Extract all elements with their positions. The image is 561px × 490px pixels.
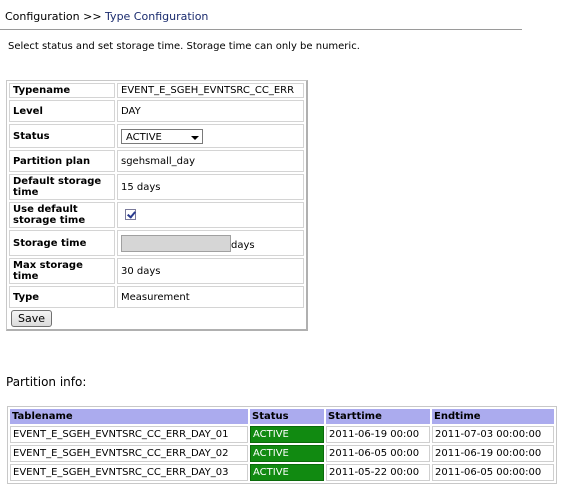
use-default-checkbox[interactable] <box>125 209 136 221</box>
header-endtime: Endtime <box>432 409 554 424</box>
instructions-text: Select status and set storage time. Stor… <box>8 41 360 52</box>
header-starttime: Starttime <box>326 409 430 424</box>
cell-starttime: 2011-06-05 00:00 <box>326 445 430 462</box>
level-value: DAY <box>117 100 304 122</box>
form-row-type: Type Measurement <box>9 286 304 308</box>
form-row-save: Save <box>9 310 304 327</box>
partition-plan-label: Partition plan <box>9 150 115 172</box>
cell-endtime: 2011-06-05 00:00:00 <box>432 464 554 481</box>
cell-tablename: EVENT_E_SGEH_EVNTSRC_CC_ERR_DAY_03 <box>10 464 248 481</box>
level-label: Level <box>9 100 115 122</box>
form-row-level: Level DAY <box>9 100 304 122</box>
status-badge: ACTIVE <box>250 464 324 481</box>
breadcrumb: Configuration >> Type Configuration <box>5 10 208 23</box>
cell-starttime: 2011-06-19 00:00 <box>326 426 430 443</box>
partition-info-title: Partition info: <box>6 375 87 389</box>
cell-starttime: 2011-05-22 00:00 <box>326 464 430 481</box>
header-status: Status <box>250 409 324 424</box>
use-default-label: Use default storage time <box>9 202 115 228</box>
header-tablename: Tablename <box>10 409 248 424</box>
form-row-storage-time: Storage time days <box>9 230 304 256</box>
table-row: EVENT_E_SGEH_EVNTSRC_CC_ERR_DAY_02 ACTIV… <box>10 445 554 462</box>
cell-tablename: EVENT_E_SGEH_EVNTSRC_CC_ERR_DAY_02 <box>10 445 248 462</box>
table-row: EVENT_E_SGEH_EVNTSRC_CC_ERR_DAY_03 ACTIV… <box>10 464 554 481</box>
save-button[interactable]: Save <box>11 310 53 327</box>
status-label: Status <box>9 124 115 148</box>
status-select[interactable]: ACTIVE <box>121 128 203 144</box>
breadcrumb-separator: >> <box>83 10 102 23</box>
type-config-form: Typename EVENT_E_SGEH_EVNTSRC_CC_ERR Lev… <box>6 80 308 331</box>
typename-label: Typename <box>9 83 115 98</box>
typename-value: EVENT_E_SGEH_EVNTSRC_CC_ERR <box>117 83 304 98</box>
form-row-typename: Typename EVENT_E_SGEH_EVNTSRC_CC_ERR <box>9 83 304 98</box>
cell-endtime: 2011-07-03 00:00:00 <box>432 426 554 443</box>
chevron-down-icon <box>191 135 199 140</box>
cell-tablename: EVENT_E_SGEH_EVNTSRC_CC_ERR_DAY_01 <box>10 426 248 443</box>
breadcrumb-current: Type Configuration <box>105 10 209 23</box>
default-storage-label: Default storage time <box>9 174 115 200</box>
partition-table: Tablename Status Starttime Endtime EVENT… <box>7 406 557 484</box>
divider <box>0 29 522 30</box>
storage-time-label: Storage time <box>9 230 115 256</box>
form-row-partition: Partition plan sgehsmall_day <box>9 150 304 172</box>
form-row-max-storage: Max storage time 30 days <box>9 258 304 284</box>
form-row-use-default: Use default storage time <box>9 202 304 228</box>
partition-plan-value: sgehsmall_day <box>117 150 304 172</box>
default-storage-value: 15 days <box>117 174 304 200</box>
status-badge: ACTIVE <box>250 426 324 443</box>
status-select-value: ACTIVE <box>126 131 162 143</box>
storage-time-unit: days <box>231 239 255 251</box>
max-storage-label: Max storage time <box>9 258 115 284</box>
partition-table-header: Tablename Status Starttime Endtime <box>10 409 554 424</box>
status-badge: ACTIVE <box>250 445 324 462</box>
breadcrumb-root[interactable]: Configuration <box>5 10 80 23</box>
form-row-status: Status ACTIVE <box>9 124 304 148</box>
max-storage-value: 30 days <box>117 258 304 284</box>
cell-endtime: 2011-06-19 00:00:00 <box>432 445 554 462</box>
storage-time-input[interactable] <box>121 234 231 252</box>
form-row-default-storage: Default storage time 15 days <box>9 174 304 200</box>
table-row: EVENT_E_SGEH_EVNTSRC_CC_ERR_DAY_01 ACTIV… <box>10 426 554 443</box>
type-value: Measurement <box>117 286 304 308</box>
type-label: Type <box>9 286 115 308</box>
